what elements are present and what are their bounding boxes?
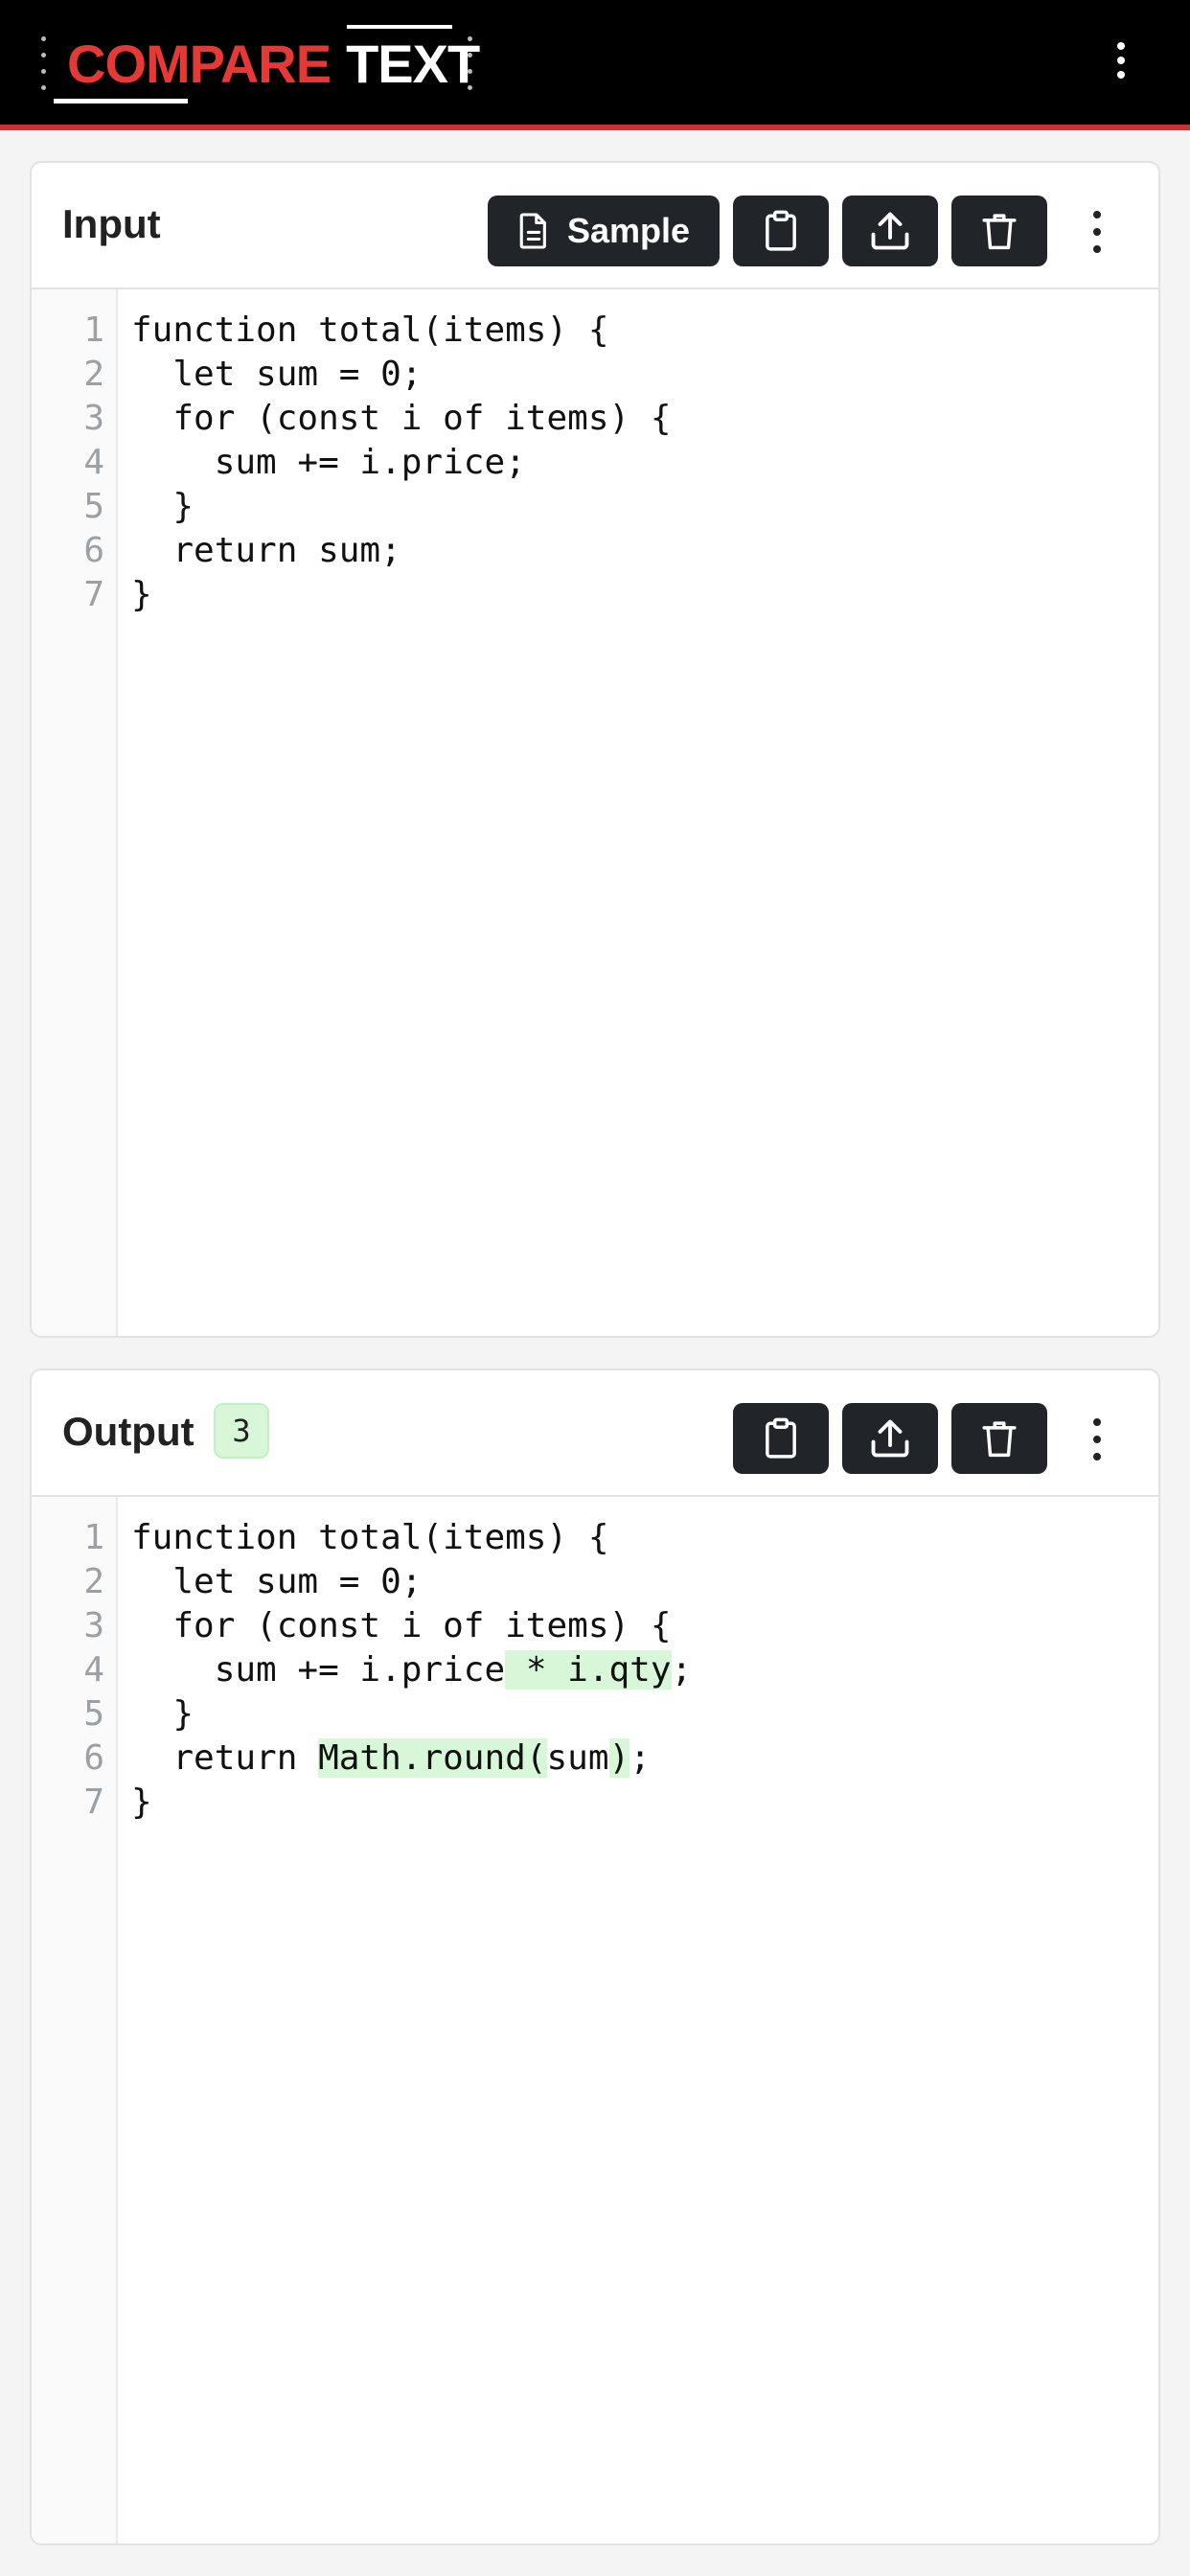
line-number: 5 xyxy=(83,487,104,526)
app-logo[interactable]: COMPARE TEXT xyxy=(67,29,480,98)
output-panel-header: Output 3 xyxy=(32,1370,1158,1497)
diff-added-segment: * i.qty xyxy=(505,1650,672,1690)
drag-handle-left-icon[interactable] xyxy=(40,36,46,90)
output-code-area[interactable]: function total(items) { let sum = 0; for… xyxy=(131,1497,1158,2543)
code-line: let sum = 0; xyxy=(131,1560,422,1604)
input-line-gutter: 1 2 3 4 5 6 7 xyxy=(32,289,118,1336)
code-line: function total(items) { xyxy=(131,310,609,350)
line-number: 7 xyxy=(83,1782,104,1822)
code-line: return Math.round(sum); xyxy=(131,1736,651,1781)
code-segment: ; xyxy=(671,1650,693,1690)
code-segment: for (const i of items) { xyxy=(131,1606,672,1645)
line-number: 6 xyxy=(83,1738,104,1778)
output-line-gutter: 1 2 3 4 5 6 7 xyxy=(32,1497,118,2543)
code-segment: return xyxy=(131,1738,319,1778)
code-line: sum += i.price; xyxy=(131,443,526,482)
trash-icon xyxy=(982,214,1017,250)
line-number: 2 xyxy=(83,1562,104,1601)
input-paste-button[interactable] xyxy=(733,196,829,266)
line-number: 3 xyxy=(83,399,104,438)
code-line: function total(items) { xyxy=(131,1516,609,1560)
drag-handle-right-icon[interactable] xyxy=(467,36,472,90)
trash-icon xyxy=(982,1421,1017,1458)
input-clear-button[interactable] xyxy=(951,196,1047,266)
input-more-vertical-icon[interactable] xyxy=(1078,205,1116,259)
diff-count-badge: 3 xyxy=(214,1403,269,1459)
output-title: Output xyxy=(62,1409,195,1454)
file-text-icon xyxy=(519,213,546,249)
upload-icon xyxy=(871,1419,909,1458)
output-copy-button[interactable] xyxy=(733,1403,829,1474)
input-upload-button[interactable] xyxy=(842,196,938,266)
code-line: let sum = 0; xyxy=(131,355,423,394)
line-number: 5 xyxy=(83,1694,104,1734)
logo-underline-bottom xyxy=(54,99,188,104)
code-segment: function total(items) { xyxy=(131,1518,609,1557)
top-bar: COMPARE TEXT xyxy=(0,0,1190,130)
input-code-area[interactable]: function total(items) { let sum = 0; for… xyxy=(131,289,1158,1336)
app-menu-more-vertical-icon[interactable] xyxy=(1102,34,1140,86)
clipboard-icon xyxy=(766,1417,796,1459)
line-number: 3 xyxy=(83,1606,104,1645)
line-number: 6 xyxy=(83,531,104,570)
code-line: } xyxy=(131,575,152,614)
code-line: } xyxy=(131,1781,152,1825)
line-number: 2 xyxy=(83,355,104,394)
code-line: } xyxy=(131,487,195,526)
input-title: Input xyxy=(62,201,161,246)
line-number: 4 xyxy=(83,443,104,482)
output-panel: Output 3 1 2 3 4 5 6 7 function total(it… xyxy=(30,1368,1160,2545)
diff-added-segment: Math.round( xyxy=(318,1738,547,1778)
code-line: sum += i.price * i.qty; xyxy=(131,1648,692,1692)
output-more-vertical-icon[interactable] xyxy=(1078,1413,1116,1466)
output-upload-button[interactable] xyxy=(842,1403,938,1474)
logo-word-text: TEXT xyxy=(346,33,480,94)
line-number: 4 xyxy=(83,1650,104,1690)
sample-button-label: Sample xyxy=(566,211,691,250)
line-number: 7 xyxy=(83,575,104,614)
line-number: 1 xyxy=(83,1518,104,1557)
input-panel: Input Sample 1 2 3 4 5 6 7 function tota… xyxy=(30,161,1160,1338)
output-editor[interactable]: 1 2 3 4 5 6 7 function total(items) { le… xyxy=(32,1497,1158,2543)
code-segment: } xyxy=(131,1694,195,1734)
input-editor[interactable]: 1 2 3 4 5 6 7 function total(items) { le… xyxy=(32,289,1158,1336)
code-segment: sum xyxy=(546,1738,609,1778)
diff-added-segment: ) xyxy=(608,1738,630,1778)
code-line: for (const i of items) { xyxy=(131,1604,672,1648)
upload-icon xyxy=(871,212,909,250)
input-panel-header: Input Sample xyxy=(32,163,1158,289)
clipboard-icon xyxy=(766,210,796,251)
code-segment: } xyxy=(131,1782,152,1822)
sample-button[interactable]: Sample xyxy=(488,196,720,266)
code-segment: sum += i.price xyxy=(131,1650,506,1690)
code-line: } xyxy=(131,1692,194,1736)
logo-word-compare: COMPARE xyxy=(67,33,332,94)
code-segment: let sum = 0; xyxy=(131,1562,423,1601)
output-clear-button[interactable] xyxy=(951,1403,1047,1474)
line-number: 1 xyxy=(83,310,104,350)
code-line: for (const i of items) { xyxy=(131,399,672,438)
code-line: return sum; xyxy=(131,531,401,570)
code-segment: ; xyxy=(629,1738,651,1778)
